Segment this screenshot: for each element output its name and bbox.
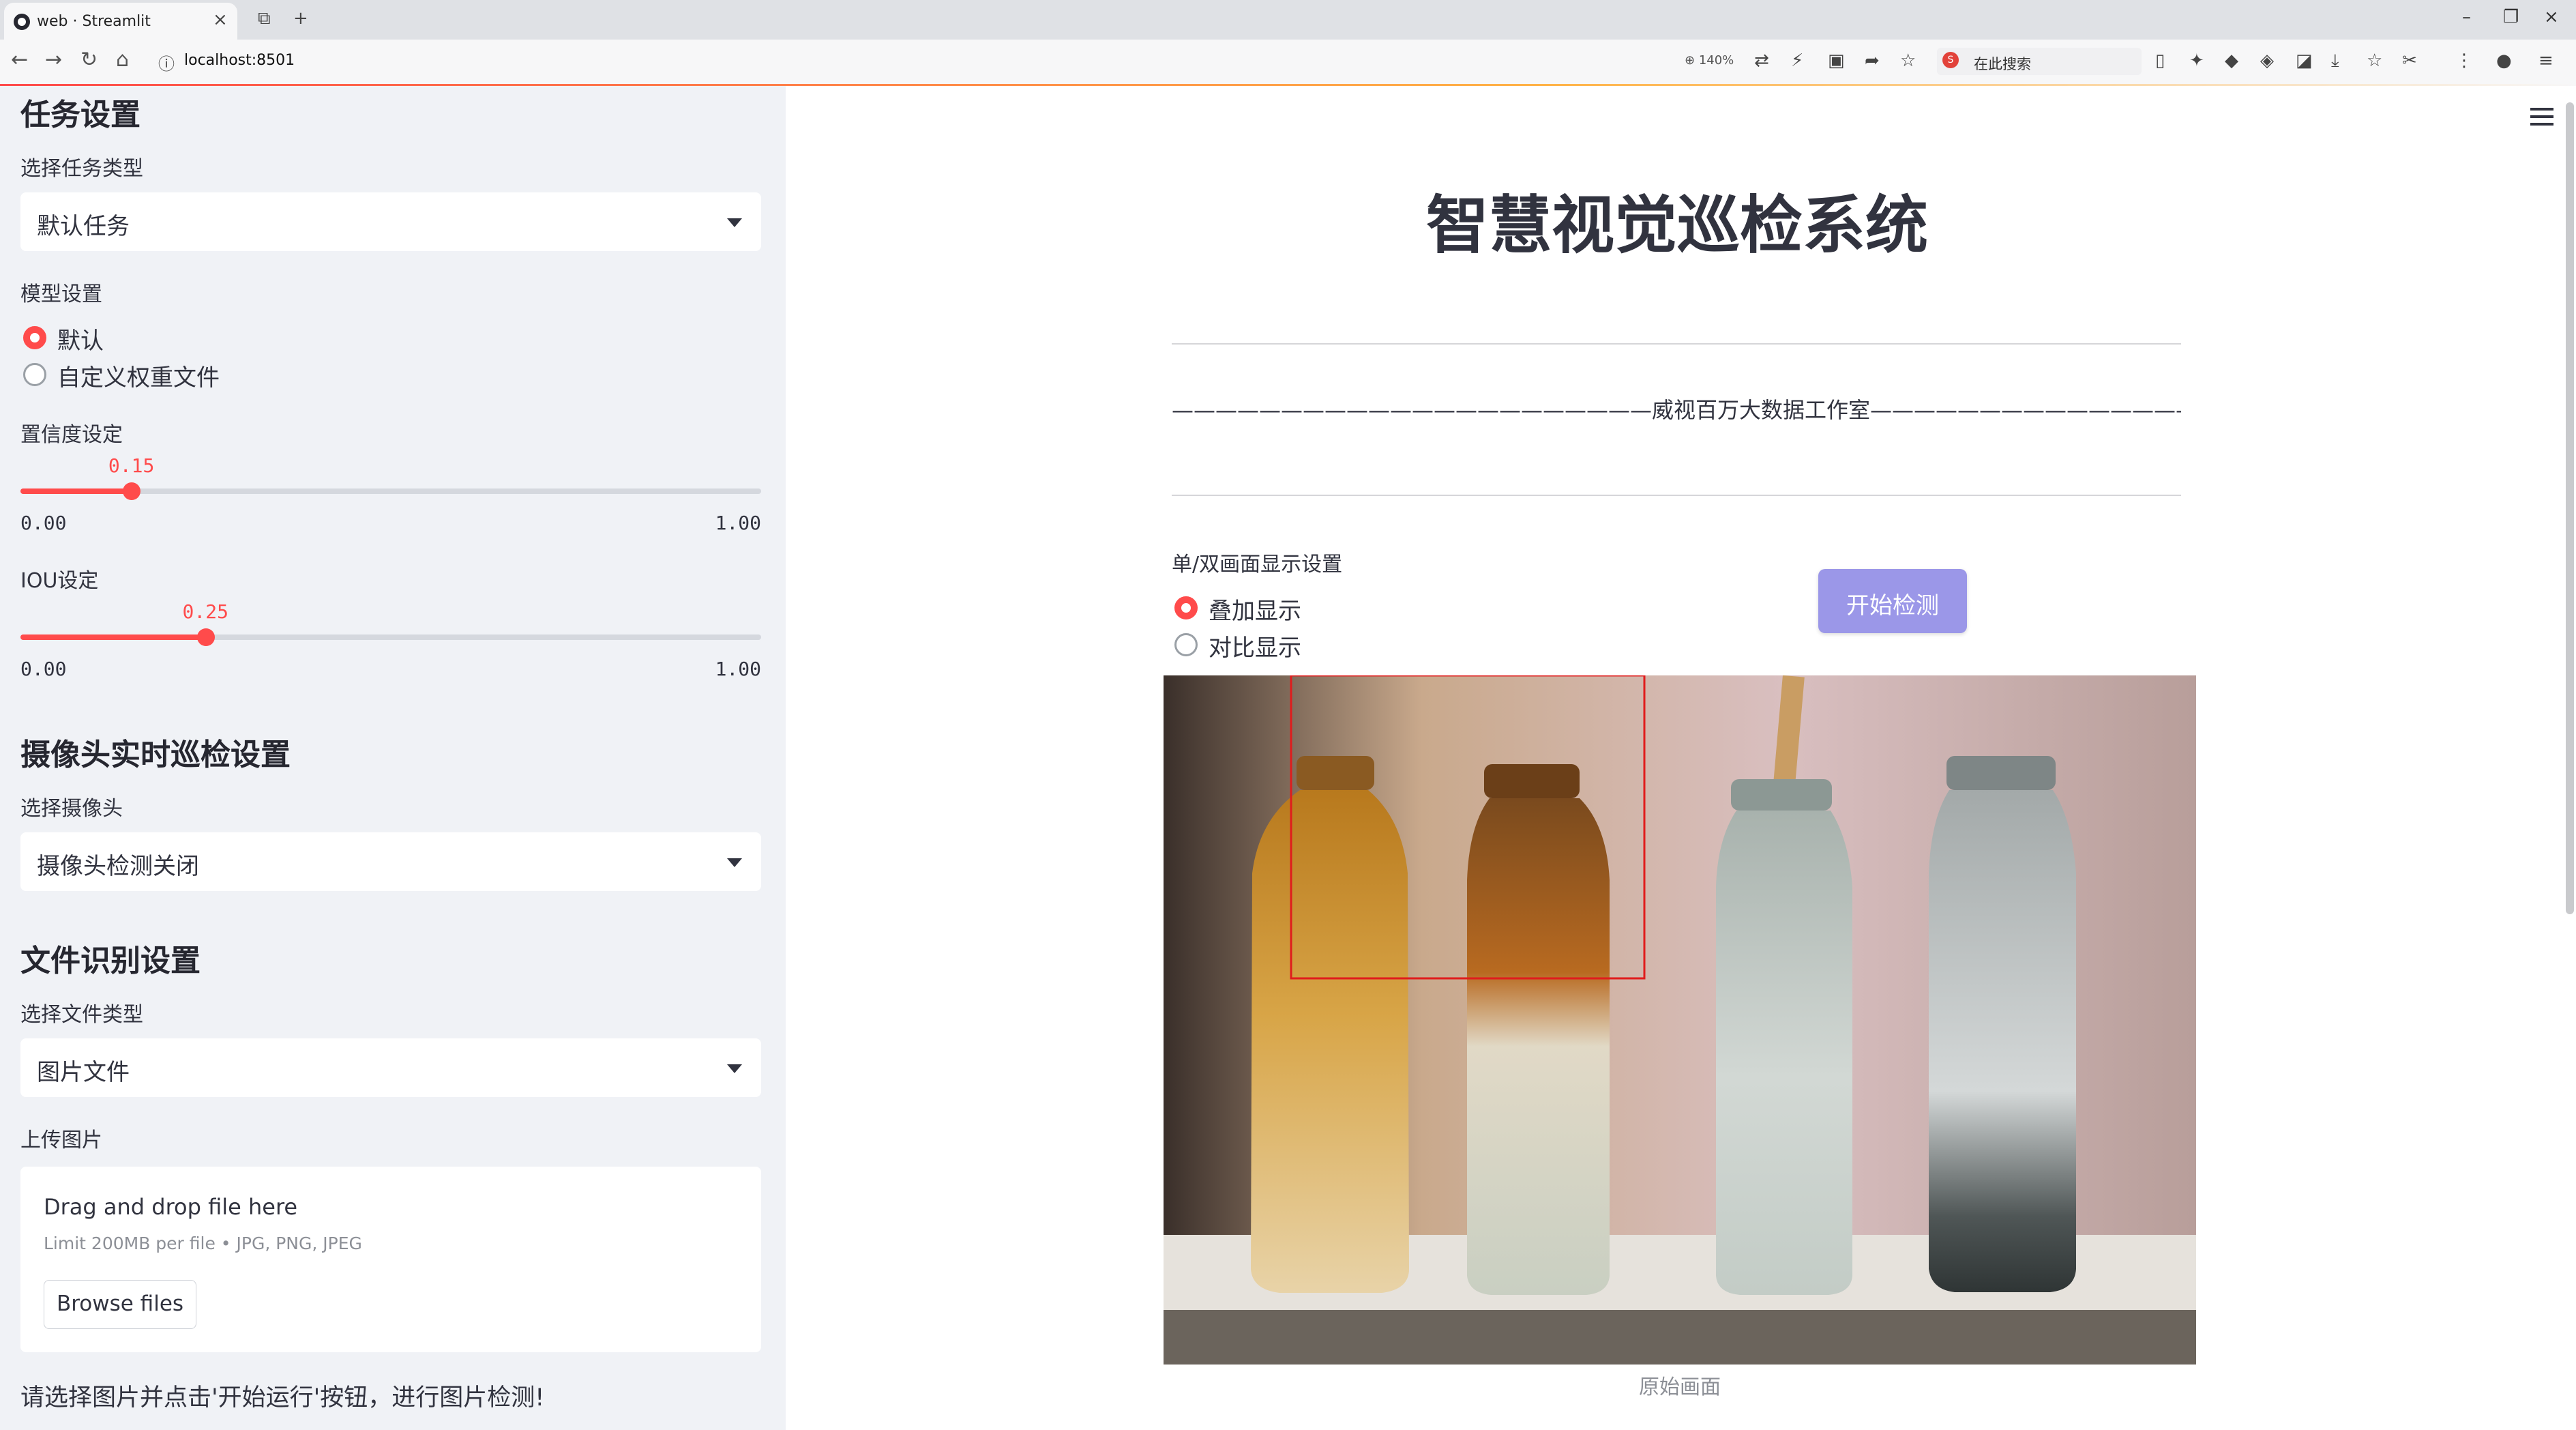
zoom-level: 140%	[1698, 53, 1734, 68]
task-type-label: 选择任务类型	[20, 157, 143, 181]
home-icon[interactable]: ⌂	[116, 48, 129, 72]
extension-2-icon[interactable]: ◆	[2225, 50, 2238, 71]
translate-icon[interactable]: ⇄	[1754, 50, 1769, 71]
task-type-select[interactable]: 默认任务	[20, 192, 761, 251]
display-mode-label: 单/双画面显示设置	[1172, 553, 1343, 577]
iou-min: 0.00	[20, 658, 67, 680]
tab-title: web · Streamlit	[37, 13, 151, 30]
browser-tab-bar: web · Streamlit × ⧉ + – ❐ ×	[0, 0, 2576, 40]
file-settings-header: 文件识别设置	[20, 944, 201, 978]
chevron-down-icon	[727, 1064, 742, 1073]
back-icon[interactable]: ←	[11, 48, 28, 72]
zoom-indicator[interactable]: ⊕ 140%	[1685, 53, 1734, 68]
extension-3-icon[interactable]: ◈	[2260, 50, 2274, 71]
share-icon[interactable]: ➦	[1865, 50, 1880, 71]
address-bar: ← → ↻ ⌂ ⓘ localhost:8501 ⊕ 140% ⇄ ⚡ ▣ ➦ …	[0, 40, 2576, 85]
extension-4-icon[interactable]: ◪	[2296, 50, 2313, 71]
page-scrollbar[interactable]	[2566, 102, 2574, 914]
iou-slider[interactable]	[20, 628, 761, 646]
chevron-down-icon	[727, 858, 742, 867]
divider-top	[1172, 343, 2181, 345]
bottles-photo	[1164, 675, 2196, 1365]
display-option-overlay[interactable]: 叠加显示	[1209, 592, 1301, 626]
confidence-slider-fill	[20, 488, 132, 494]
bookmark-star-icon[interactable]: ☆	[1900, 50, 1916, 71]
sidebar-instruction-note: 请选择图片并点击'开始运行'按钮，进行图片检测!	[20, 1384, 545, 1412]
iou-value: 0.25	[182, 600, 228, 623]
file-uploader-dropzone[interactable]: Drag and drop file here Limit 200MB per …	[20, 1167, 761, 1352]
iou-slider-fill	[20, 634, 206, 640]
camera-select[interactable]: 摄像头检测关闭	[20, 832, 761, 891]
dropzone-limit: Limit 200MB per file • JPG, PNG, JPEG	[44, 1234, 362, 1253]
hamburger-menu-icon[interactable]	[2530, 108, 2553, 126]
favorites-icon[interactable]: ☆	[2367, 50, 2382, 71]
tab-close-icon[interactable]: ×	[213, 10, 228, 30]
search-engine-box[interactable]: S 在此搜索	[1937, 48, 2142, 75]
lightning-icon[interactable]: ⚡	[1791, 50, 1803, 71]
extension-icon[interactable]: ✦	[2189, 50, 2204, 71]
mobile-icon[interactable]: ▯	[2155, 50, 2165, 71]
search-placeholder: 在此搜索	[1974, 56, 2031, 72]
confidence-slider-thumb[interactable]	[122, 482, 140, 500]
confidence-max: 1.00	[715, 512, 761, 534]
page-title: 智慧视觉巡检系统	[1425, 189, 1928, 262]
url-field[interactable]: ⓘ localhost:8501	[151, 46, 1660, 76]
screenshot-icon[interactable]: ▣	[1828, 50, 1845, 71]
studio-subtitle: ——————————————————————威视百万大数据工作室————————…	[1172, 397, 2181, 423]
dropzone-title: Drag and drop file here	[44, 1194, 298, 1220]
task-type-value: 默认任务	[37, 213, 130, 240]
model-option-default[interactable]: 默认	[57, 322, 104, 355]
window-close-icon[interactable]: ×	[2544, 7, 2559, 27]
browse-files-label: Browse files	[56, 1292, 184, 1316]
restore-icon[interactable]: ❐	[2503, 7, 2519, 27]
file-type-value: 图片文件	[37, 1059, 130, 1086]
browser-menu-icon[interactable]: ≡	[2538, 50, 2553, 71]
model-radio-default[interactable]	[23, 326, 46, 349]
confidence-min: 0.00	[20, 512, 67, 534]
minimize-icon[interactable]: –	[2462, 7, 2471, 27]
chevron-down-icon	[727, 218, 742, 227]
upload-label: 上传图片	[20, 1128, 102, 1152]
camera-settings-header: 摄像头实时巡检设置	[20, 738, 291, 772]
display-radio-overlay[interactable]	[1174, 596, 1198, 619]
streamlit-favicon-icon	[14, 14, 30, 30]
confidence-label: 置信度设定	[20, 423, 123, 447]
iou-max: 1.00	[715, 658, 761, 680]
image-caption: 原始画面	[1639, 1375, 1721, 1399]
camera-select-label: 选择摄像头	[20, 797, 123, 821]
model-settings-label: 模型设置	[20, 282, 102, 306]
reload-icon[interactable]: ↻	[80, 48, 98, 72]
forward-icon[interactable]: →	[45, 48, 62, 72]
display-option-compare[interactable]: 对比显示	[1209, 629, 1301, 662]
model-radio-custom[interactable]	[23, 363, 46, 386]
task-settings-header: 任务设置	[20, 98, 140, 132]
display-radio-compare[interactable]	[1174, 633, 1198, 656]
download-icon[interactable]: ⤓	[2331, 50, 2339, 72]
confidence-slider[interactable]	[20, 482, 761, 500]
iou-slider-thumb[interactable]	[196, 628, 215, 646]
new-tab-icon[interactable]: +	[293, 8, 308, 29]
start-detection-label: 开始检测	[1846, 592, 1939, 619]
browser-tab[interactable]: web · Streamlit ×	[4, 3, 237, 40]
file-type-label: 选择文件类型	[20, 1003, 143, 1027]
profile-avatar-icon[interactable]: ●	[2496, 50, 2512, 71]
url-text: localhost:8501	[184, 52, 295, 69]
tab-groups-icon[interactable]: ⧉	[258, 8, 271, 29]
sidebar: 任务设置 选择任务类型 默认任务 模型设置 默认 自定义权重文件 置信度设定 0…	[0, 86, 786, 1430]
iou-label: IOU设定	[20, 569, 99, 593]
search-engine-icon: S	[1942, 52, 1959, 68]
divider-bottom	[1172, 495, 2181, 496]
model-option-custom[interactable]: 自定义权重文件	[57, 359, 220, 392]
detection-image	[1164, 675, 2196, 1365]
camera-select-value: 摄像头检测关闭	[37, 853, 199, 880]
site-info-icon[interactable]: ⓘ	[158, 50, 175, 74]
browse-files-button[interactable]: Browse files	[44, 1280, 196, 1329]
file-type-select[interactable]: 图片文件	[20, 1038, 761, 1097]
cut-icon[interactable]: ✂	[2402, 50, 2417, 71]
start-detection-button[interactable]: 开始检测	[1818, 569, 1967, 633]
confidence-value: 0.15	[108, 454, 155, 477]
more-vertical-icon[interactable]: ⋮	[2455, 50, 2473, 71]
zoom-icon: ⊕	[1685, 53, 1699, 68]
